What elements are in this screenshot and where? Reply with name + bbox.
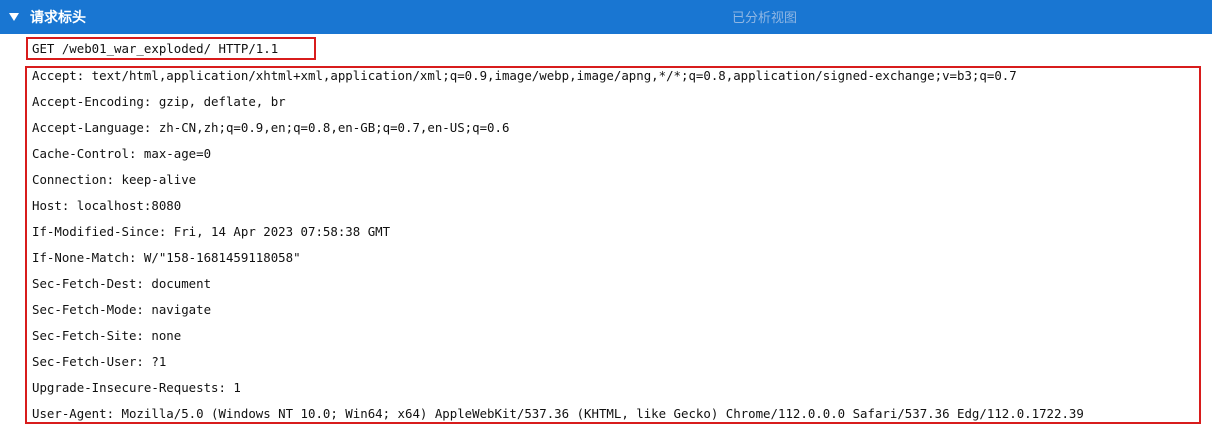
request-headers-panel: 请求标头 已分析视图 GET /web01_war_exploded/ HTTP…: [0, 0, 1212, 430]
request-headers-content: GET /web01_war_exploded/ HTTP/1.1 Accept…: [0, 34, 1212, 430]
header-user-agent: User-Agent: Mozilla/5.0 (Windows NT 10.0…: [32, 406, 1084, 421]
header-if-modified-since: If-Modified-Since: Fri, 14 Apr 2023 07:5…: [32, 224, 391, 239]
request-line: GET /web01_war_exploded/ HTTP/1.1: [32, 41, 279, 56]
header-cache-control: Cache-Control: max-age=0: [32, 146, 212, 161]
header-if-none-match: If-None-Match: W/"158-1681459118058": [32, 250, 301, 265]
request-headers-section-header[interactable]: 请求标头 已分析视图: [0, 0, 1212, 34]
header-accept-encoding: Accept-Encoding: gzip, deflate, br: [32, 94, 286, 109]
header-upgrade-insecure-requests: Upgrade-Insecure-Requests: 1: [32, 380, 241, 395]
header-list: Accept: text/html,application/xhtml+xml,…: [32, 67, 1084, 430]
header-host: Host: localhost:8080: [32, 198, 182, 213]
header-connection: Connection: keep-alive: [32, 172, 197, 187]
parsed-view-link[interactable]: 已分析视图: [732, 9, 797, 27]
header-sec-fetch-mode: Sec-Fetch-Mode: navigate: [32, 302, 212, 317]
header-accept-language: Accept-Language: zh-CN,zh;q=0.9,en;q=0.8…: [32, 120, 510, 135]
header-sec-fetch-dest: Sec-Fetch-Dest: document: [32, 276, 212, 291]
section-title[interactable]: 请求标头: [30, 8, 86, 26]
triangle-down-icon[interactable]: [9, 13, 19, 21]
header-sec-fetch-user: Sec-Fetch-User: ?1: [32, 354, 167, 369]
header-accept: Accept: text/html,application/xhtml+xml,…: [32, 68, 1017, 83]
header-sec-fetch-site: Sec-Fetch-Site: none: [32, 328, 182, 343]
